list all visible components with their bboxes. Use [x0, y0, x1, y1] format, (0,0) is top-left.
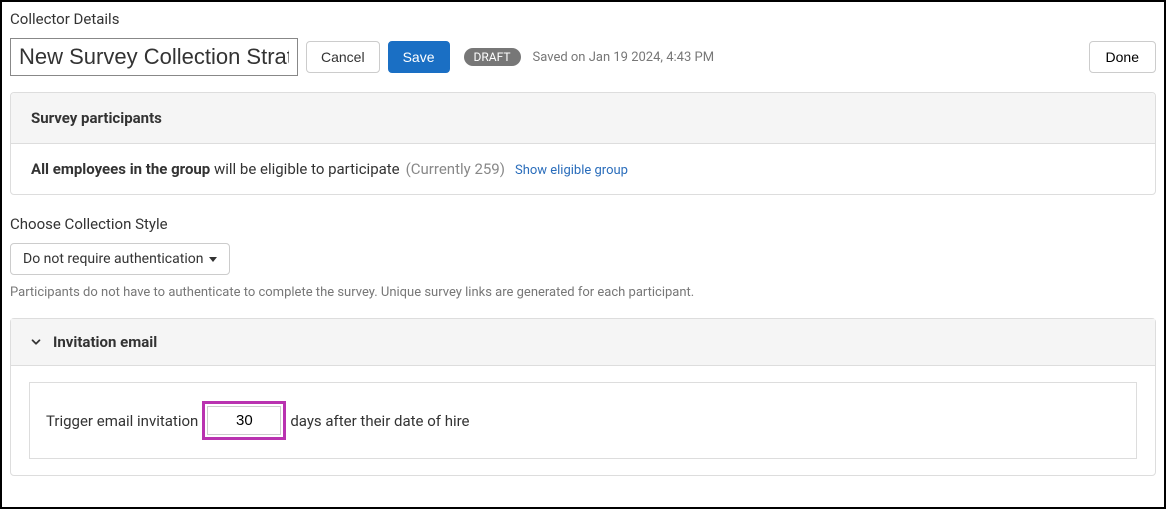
chevron-down-icon	[29, 335, 43, 349]
participants-panel-header: Survey participants	[11, 93, 1155, 144]
collector-name-input[interactable]	[10, 38, 298, 76]
invitation-email-title: Invitation email	[53, 333, 157, 351]
show-eligible-group-link[interactable]: Show eligible group	[515, 163, 628, 178]
collection-style-dropdown[interactable]: Do not require authentication	[10, 243, 230, 275]
collection-style-help: Participants do not have to authenticate…	[10, 285, 1156, 300]
invitation-email-accordion: Invitation email Trigger email invitatio…	[10, 318, 1156, 476]
trigger-prefix-text: Trigger email invitation	[46, 412, 198, 430]
days-input[interactable]	[207, 406, 281, 435]
participants-panel-body: All employees in the group will be eligi…	[11, 144, 1155, 194]
status-badge: DRAFT	[464, 48, 521, 66]
header-row: Cancel Save DRAFT Saved on Jan 19 2024, …	[10, 38, 1156, 76]
invitation-email-body: Trigger email invitation days after thei…	[11, 366, 1155, 475]
participants-panel: Survey participants All employees in the…	[10, 92, 1156, 195]
collection-style-label: Choose Collection Style	[10, 215, 1156, 233]
done-button[interactable]: Done	[1089, 41, 1156, 73]
saved-timestamp: Saved on Jan 19 2024, 4:43 PM	[533, 50, 715, 65]
trigger-row: Trigger email invitation days after thei…	[29, 382, 1137, 459]
collection-style-selected: Do not require authentication	[23, 251, 203, 267]
cancel-button[interactable]: Cancel	[306, 41, 380, 73]
participants-rest-text: will be eligible to participate	[210, 160, 399, 178]
caret-down-icon	[209, 257, 217, 262]
save-button[interactable]: Save	[388, 41, 450, 73]
invitation-email-header[interactable]: Invitation email	[11, 319, 1155, 366]
participants-count: (Currently 259)	[406, 160, 505, 178]
days-input-highlight	[202, 401, 286, 440]
participants-bold-text: All employees in the group	[31, 160, 210, 178]
page-title: Collector Details	[10, 10, 1156, 28]
trigger-suffix-text: days after their date of hire	[290, 412, 469, 430]
